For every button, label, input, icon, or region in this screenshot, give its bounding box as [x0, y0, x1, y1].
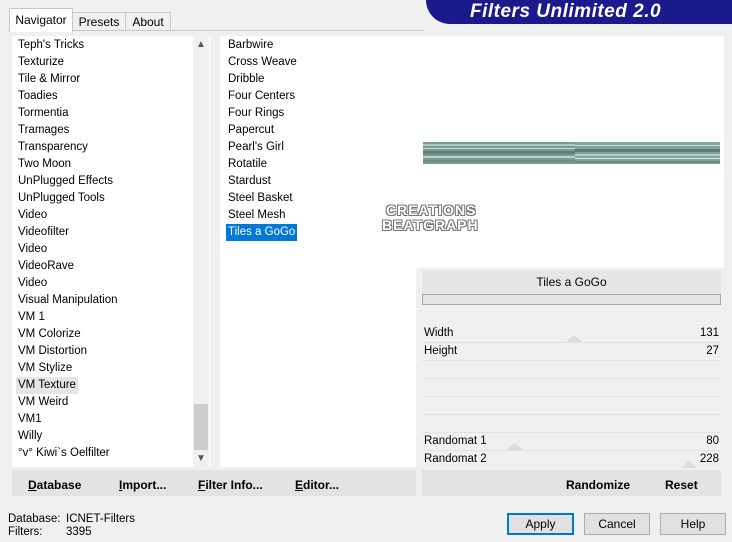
category-item[interactable]: VM 1 — [16, 309, 47, 326]
category-item[interactable]: Teph's Tricks — [16, 37, 86, 54]
empty-slider-3 — [422, 414, 721, 415]
randomat1-value: 80 — [706, 435, 719, 447]
import-button[interactable]: Import... — [119, 477, 166, 493]
category-item[interactable]: Tormentia — [16, 105, 71, 122]
category-item[interactable]: Two Moon — [16, 156, 73, 173]
category-item[interactable]: Visual Manipulation — [16, 292, 120, 309]
category-item[interactable]: VM Distortion — [16, 343, 89, 360]
category-item[interactable]: VM1 — [16, 411, 44, 428]
filter-item[interactable]: Steel Basket — [226, 190, 295, 207]
category-item[interactable]: VideoRave — [16, 258, 76, 275]
randomat2-knob[interactable] — [681, 461, 697, 468]
watermark-line2: BEATGRAPH — [382, 217, 479, 233]
randomat1-label: Randomat 1 — [424, 435, 487, 447]
category-item[interactable]: Video — [16, 275, 49, 292]
randomat2-value: 228 — [699, 453, 719, 465]
filter-item[interactable]: Pearl's Girl — [226, 139, 286, 156]
database-status-label: Database: — [8, 513, 61, 525]
cancel-button[interactable]: Cancel — [584, 513, 650, 535]
watermark: CREATIONS BEATGRAPH — [360, 203, 500, 237]
database-label: atabase — [36, 478, 82, 492]
filter-item[interactable]: Steel Mesh — [226, 207, 288, 224]
category-scrollbar[interactable] — [193, 36, 209, 467]
filters-status-value: 3395 — [66, 526, 92, 538]
tab-about[interactable]: About — [125, 12, 171, 31]
filter-item[interactable]: Stardust — [226, 173, 273, 190]
category-item[interactable]: Tramages — [16, 122, 71, 139]
database-button[interactable]: Database — [28, 477, 81, 493]
category-item[interactable]: Tile & Mirror — [16, 71, 82, 88]
apply-button[interactable]: Apply — [507, 513, 574, 535]
watermark-line1: CREATIONS — [386, 202, 477, 218]
filter-list[interactable]: Barbwire Cross Weave Dribble Four Centers Fo… — [220, 36, 416, 467]
filter-item[interactable]: Dribble — [226, 71, 266, 88]
category-item[interactable]: VM Colorize — [16, 326, 83, 343]
category-item[interactable]: VM Weird — [16, 394, 70, 411]
filters-status-label: Filters: — [8, 526, 43, 538]
filter-info-button[interactable]: Filter Info... — [198, 477, 263, 493]
scroll-down-icon[interactable]: ▼ — [193, 450, 209, 467]
width-knob[interactable] — [566, 335, 582, 342]
progress-bar — [422, 294, 721, 305]
category-item[interactable]: Transparency — [16, 139, 90, 156]
randomize-button[interactable]: Randomize — [566, 477, 630, 493]
height-label: Height — [424, 345, 458, 357]
editor-label: ditor... — [303, 478, 340, 492]
category-item[interactable]: Videofilter — [16, 224, 71, 241]
scroll-thumb[interactable] — [194, 404, 208, 450]
category-item[interactable]: °v° Kiwi`s Oelfilter — [16, 445, 112, 462]
height-track — [422, 360, 721, 361]
width-value: 131 — [699, 327, 719, 339]
import-label: mport... — [122, 478, 167, 492]
app-title: Filters Unlimited 2.0 — [470, 1, 662, 22]
reset-button[interactable]: Reset — [665, 477, 698, 493]
tab-navigator[interactable]: Navigator — [9, 8, 73, 32]
help-button[interactable]: Help — [660, 513, 726, 535]
filter-item[interactable]: Four Centers — [226, 88, 297, 105]
category-item[interactable]: UnPlugged Effects — [16, 173, 115, 190]
category-item[interactable]: VM Texture — [16, 377, 78, 394]
category-item[interactable]: UnPlugged Tools — [16, 190, 107, 207]
filter-item[interactable]: Tiles a GoGo — [226, 224, 298, 241]
filter-item[interactable]: Cross Weave — [226, 54, 299, 71]
height-slider[interactable]: Height 27 — [422, 343, 721, 360]
editor-button[interactable]: Editor... — [295, 477, 339, 493]
filter-item[interactable]: Four Rings — [226, 105, 286, 122]
category-item[interactable]: Willy — [16, 428, 44, 445]
height-value: 27 — [706, 345, 719, 357]
filter-item[interactable]: Papercut — [226, 122, 276, 139]
tab-presets[interactable]: Presets — [72, 12, 126, 31]
filter-info-label: ilter Info... — [205, 478, 263, 492]
randomat1-knob[interactable] — [507, 443, 523, 450]
category-item[interactable]: Video — [16, 207, 49, 224]
category-item[interactable]: VM Stylize — [16, 360, 74, 377]
empty-slider-2 — [422, 396, 721, 397]
randomat1-slider[interactable]: Randomat 1 80 — [422, 433, 721, 450]
database-mnemonic: D — [28, 478, 37, 492]
category-list[interactable]: Teph's Tricks Texturize Tile & Mirror Toadi… — [12, 36, 210, 467]
filter-item[interactable]: Rotatile — [226, 156, 269, 173]
filter-item[interactable]: Barbwire — [226, 37, 275, 54]
filter-title: Tiles a GoGo — [422, 270, 721, 294]
category-item[interactable]: Video — [16, 241, 49, 258]
category-item[interactable]: Toadies — [16, 88, 60, 105]
width-label: Width — [424, 327, 454, 339]
randomat2-label: Randomat 2 — [424, 453, 487, 465]
randomat2-slider[interactable]: Randomat 2 228 — [422, 451, 721, 468]
editor-mnemonic: E — [295, 478, 304, 492]
scroll-up-icon[interactable]: ▲ — [193, 36, 209, 53]
preview-image — [423, 142, 720, 164]
empty-slider-1 — [422, 378, 721, 379]
category-item[interactable]: Texturize — [16, 54, 66, 71]
database-status-value: ICNET-Filters — [66, 513, 135, 525]
